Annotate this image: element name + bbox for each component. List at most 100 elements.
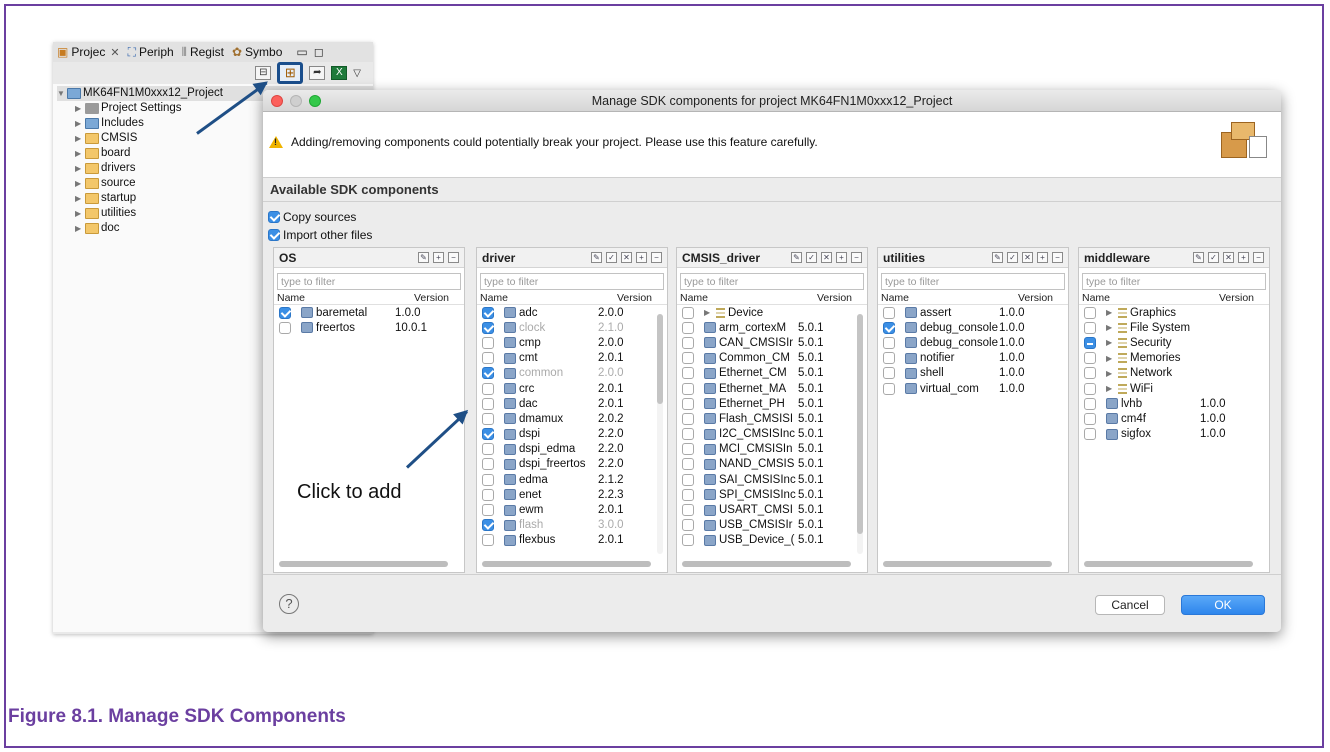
collapsed-triangle-icon[interactable]: ▶ (75, 176, 85, 191)
component-checkbox[interactable] (682, 412, 694, 425)
component-checkbox[interactable] (1084, 336, 1096, 349)
copy-sources-option[interactable]: Copy sources (268, 208, 1281, 226)
component-row[interactable]: crc 2.0.1 (477, 381, 667, 396)
horizontal-scrollbar[interactable] (279, 561, 448, 567)
component-checkbox[interactable] (1084, 306, 1096, 319)
collapsed-triangle-icon[interactable]: ▶ (75, 221, 85, 236)
expand-triangle-icon[interactable]: ▶ (1106, 323, 1115, 332)
edit-icon[interactable]: ✎ (1193, 252, 1204, 263)
help-button[interactable]: ? (279, 594, 299, 614)
component-row[interactable]: cm4f 1.0.0 (1079, 411, 1269, 426)
component-row[interactable]: edma 2.1.2 (477, 472, 667, 487)
component-row[interactable]: sigfox 1.0.0 (1079, 427, 1269, 442)
component-row[interactable]: I2C_CMSISInc 5.0.1 (677, 427, 867, 442)
component-checkbox[interactable] (682, 534, 694, 547)
component-row[interactable]: debug_console 1.0.0 (878, 335, 1068, 350)
component-row[interactable]: dac 2.0.1 (477, 396, 667, 411)
filter-input[interactable]: type to filter (1082, 273, 1266, 290)
collapse-all-icon[interactable]: − (651, 252, 662, 263)
component-checkbox[interactable] (682, 443, 694, 456)
edit-icon[interactable]: ✎ (992, 252, 1003, 263)
component-checkbox[interactable] (682, 306, 694, 319)
component-checkbox[interactable] (482, 367, 494, 380)
column-version[interactable]: Version (414, 292, 454, 304)
component-row[interactable]: flash 3.0.0 (477, 518, 667, 533)
collapsed-triangle-icon[interactable]: ▶ (75, 206, 85, 221)
component-checkbox[interactable] (482, 443, 494, 456)
component-checkbox[interactable] (482, 428, 494, 441)
component-row[interactable]: freertos 10.0.1 (274, 320, 464, 335)
component-checkbox[interactable] (482, 488, 494, 501)
component-checkbox[interactable] (682, 428, 694, 441)
component-row[interactable]: adc 2.0.0 (477, 305, 667, 320)
component-row[interactable]: shell 1.0.0 (878, 366, 1068, 381)
horizontal-scrollbar[interactable] (682, 561, 851, 567)
minimize-maximize-icons[interactable]: ▭◻ (296, 45, 329, 59)
component-row[interactable]: ewm 2.0.1 (477, 502, 667, 517)
component-checkbox[interactable] (1084, 321, 1096, 334)
component-checkbox[interactable] (883, 352, 895, 365)
component-row[interactable]: Flash_CMSISI 5.0.1 (677, 411, 867, 426)
component-row[interactable]: Ethernet_MA 5.0.1 (677, 381, 867, 396)
close-icon[interactable]: ✕ (110, 46, 119, 59)
collapsed-triangle-icon[interactable]: ▶ (75, 116, 85, 131)
component-row[interactable]: NAND_CMSIS 5.0.1 (677, 457, 867, 472)
horizontal-scrollbar[interactable] (1084, 561, 1253, 567)
component-row[interactable]: Ethernet_CM 5.0.1 (677, 366, 867, 381)
select-all-icon[interactable]: ✓ (1208, 252, 1219, 263)
component-row[interactable]: USB_Device_(5.0.1 (677, 533, 867, 548)
deselect-all-icon[interactable]: ✕ (1223, 252, 1234, 263)
expand-all-icon[interactable]: + (836, 252, 847, 263)
scrollbar-thumb[interactable] (657, 314, 663, 404)
component-row[interactable]: ▶ WiFi (1079, 381, 1269, 396)
edit-icon[interactable]: ✎ (418, 252, 429, 263)
vertical-scrollbar[interactable] (657, 314, 663, 554)
component-checkbox[interactable] (883, 382, 895, 395)
component-row[interactable]: SPI_CMSISInc 5.0.1 (677, 487, 867, 502)
edit-icon[interactable]: ✎ (791, 252, 802, 263)
component-row[interactable]: ▶ Network (1079, 366, 1269, 381)
expand-triangle-icon[interactable]: ▼ (57, 86, 67, 101)
component-checkbox[interactable] (682, 504, 694, 517)
close-window-icon[interactable] (271, 95, 283, 107)
expand-triangle-icon[interactable]: ▶ (1106, 338, 1115, 347)
component-row[interactable]: lvhb 1.0.0 (1079, 396, 1269, 411)
component-checkbox[interactable] (1084, 382, 1096, 395)
scrollbar-thumb[interactable] (857, 314, 863, 534)
horizontal-scrollbar[interactable] (883, 561, 1052, 567)
collapsed-triangle-icon[interactable]: ▶ (75, 161, 85, 176)
component-row[interactable]: common 2.0.0 (477, 366, 667, 381)
expand-all-icon[interactable]: + (433, 252, 444, 263)
component-checkbox[interactable] (482, 321, 494, 334)
component-checkbox[interactable] (682, 519, 694, 532)
select-all-icon[interactable]: ✓ (606, 252, 617, 263)
component-checkbox[interactable] (1084, 352, 1096, 365)
component-row[interactable]: SAI_CMSISInc 5.0.1 (677, 472, 867, 487)
column-name[interactable]: Name (1082, 292, 1219, 304)
expand-triangle-icon[interactable]: ▶ (1106, 354, 1115, 363)
component-checkbox[interactable] (482, 504, 494, 517)
column-name[interactable]: Name (881, 292, 1018, 304)
expand-triangle-icon[interactable]: ▶ (1106, 384, 1115, 393)
component-row[interactable]: dspi 2.2.0 (477, 427, 667, 442)
import-other-files-option[interactable]: Import other files (268, 226, 1281, 244)
component-row[interactable]: dspi_edma 2.2.0 (477, 442, 667, 457)
import-other-files-checkbox[interactable] (268, 229, 280, 241)
column-version[interactable]: Version (1219, 292, 1259, 304)
component-checkbox[interactable] (482, 534, 494, 547)
component-checkbox[interactable] (279, 306, 291, 319)
component-row[interactable]: flexbus 2.0.1 (477, 533, 667, 548)
collapsed-triangle-icon[interactable]: ▶ (75, 131, 85, 146)
minimize-window-icon[interactable] (290, 95, 302, 107)
component-row[interactable]: debug_console 1.0.0 (878, 320, 1068, 335)
tab-peripherals[interactable]: ⛶ Periph (128, 45, 174, 60)
component-row[interactable]: Common_CM 5.0.1 (677, 351, 867, 366)
refresh-icon[interactable]: ➦ (309, 66, 326, 80)
component-row[interactable]: assert 1.0.0 (878, 305, 1068, 320)
component-checkbox[interactable] (1084, 428, 1096, 441)
collapsed-triangle-icon[interactable]: ▶ (75, 191, 85, 206)
select-all-icon[interactable]: ✓ (1007, 252, 1018, 263)
component-checkbox[interactable] (883, 306, 895, 319)
deselect-all-icon[interactable]: ✕ (1022, 252, 1033, 263)
edit-icon[interactable]: ✎ (591, 252, 602, 263)
